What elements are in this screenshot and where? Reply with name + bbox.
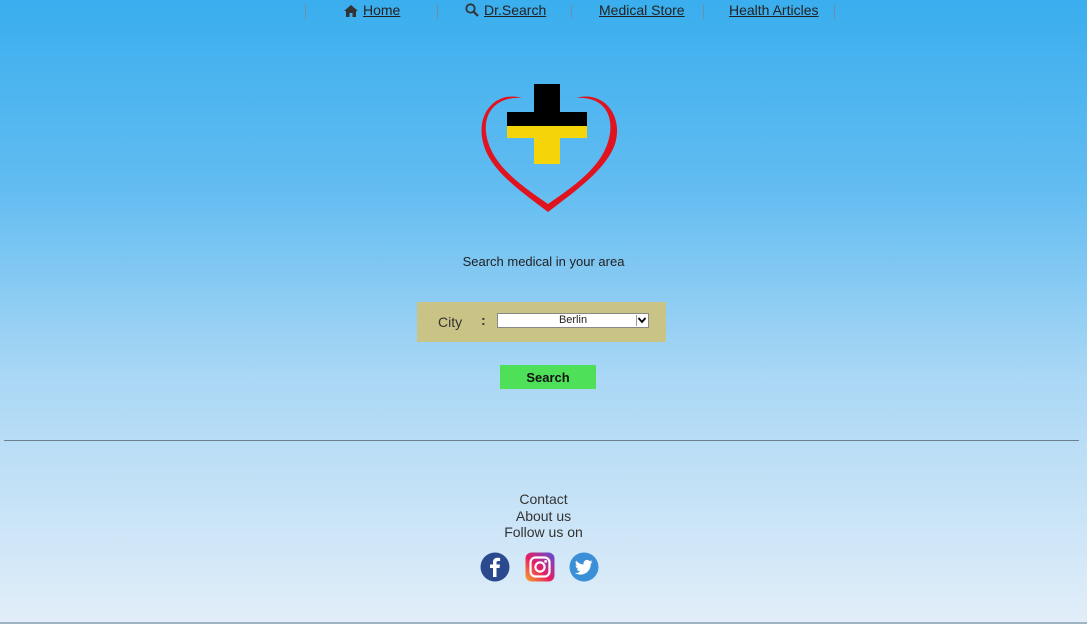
search-tagline: Search medical in your area	[462, 254, 625, 269]
top-nav: Home Dr.Search Medical Store Health Arti…	[0, 0, 1087, 24]
city-select-value: Berlin	[558, 314, 588, 326]
nav-separator	[834, 4, 835, 19]
search-icon	[465, 3, 479, 17]
nav-drsearch-link[interactable]: Dr.Search	[465, 2, 546, 18]
nav-separator	[305, 4, 306, 19]
footer-divider	[4, 440, 1079, 441]
twitter-icon[interactable]	[569, 552, 599, 582]
nav-separator	[571, 4, 572, 19]
city-search-panel: City : Berlin	[417, 302, 666, 342]
footer-about-link[interactable]: About us	[0, 508, 1087, 524]
medical-heart-logo	[481, 84, 618, 212]
footer-follow-label: Follow us on	[504, 524, 583, 540]
instagram-icon[interactable]	[525, 552, 555, 582]
search-button[interactable]: Search	[500, 365, 596, 389]
nav-home-label: Home	[363, 2, 401, 18]
nav-drsearch-label: Dr.Search	[484, 2, 547, 18]
nav-health-articles-link[interactable]: Health Articles	[729, 2, 818, 18]
city-colon: :	[481, 312, 486, 328]
nav-separator	[703, 4, 704, 19]
city-label: City	[438, 314, 463, 330]
chevron-down-icon[interactable]	[636, 315, 647, 326]
footer-contact-link[interactable]: Contact	[0, 491, 1087, 507]
home-icon	[344, 5, 358, 17]
city-select[interactable]: Berlin	[497, 313, 649, 328]
facebook-icon[interactable]	[480, 552, 510, 582]
nav-separator	[437, 4, 438, 19]
nav-home-link[interactable]: Home	[344, 2, 400, 18]
nav-medical-store-link[interactable]: Medical Store	[599, 2, 685, 18]
